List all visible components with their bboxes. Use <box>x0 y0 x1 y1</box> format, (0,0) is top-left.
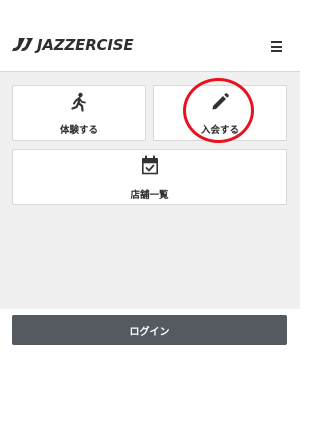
main-panel: 体験する 入会する 店舗一覧 ログイン <box>0 72 300 345</box>
studio-list-tile[interactable]: 店舗一覧 <box>12 149 287 205</box>
logo-text: JAZZERCISE <box>37 35 134 54</box>
join-label: 入会する <box>200 125 239 136</box>
calendar-check-icon <box>141 155 159 179</box>
jazzercise-logo[interactable]: JAZZERCISE <box>12 35 134 54</box>
hamburger-menu-icon[interactable] <box>270 40 284 53</box>
join-tile[interactable]: 入会する <box>153 85 287 141</box>
login-button[interactable]: ログイン <box>12 315 287 345</box>
site-header: JAZZERCISE <box>0 0 300 72</box>
trial-tile[interactable]: 体験する <box>12 85 146 141</box>
pencil-icon <box>210 92 230 116</box>
running-person-icon <box>70 92 88 116</box>
trial-label: 体験する <box>59 125 98 136</box>
studio-list-label: 店舗一覧 <box>130 190 169 201</box>
logo-mark-icon <box>12 38 33 51</box>
